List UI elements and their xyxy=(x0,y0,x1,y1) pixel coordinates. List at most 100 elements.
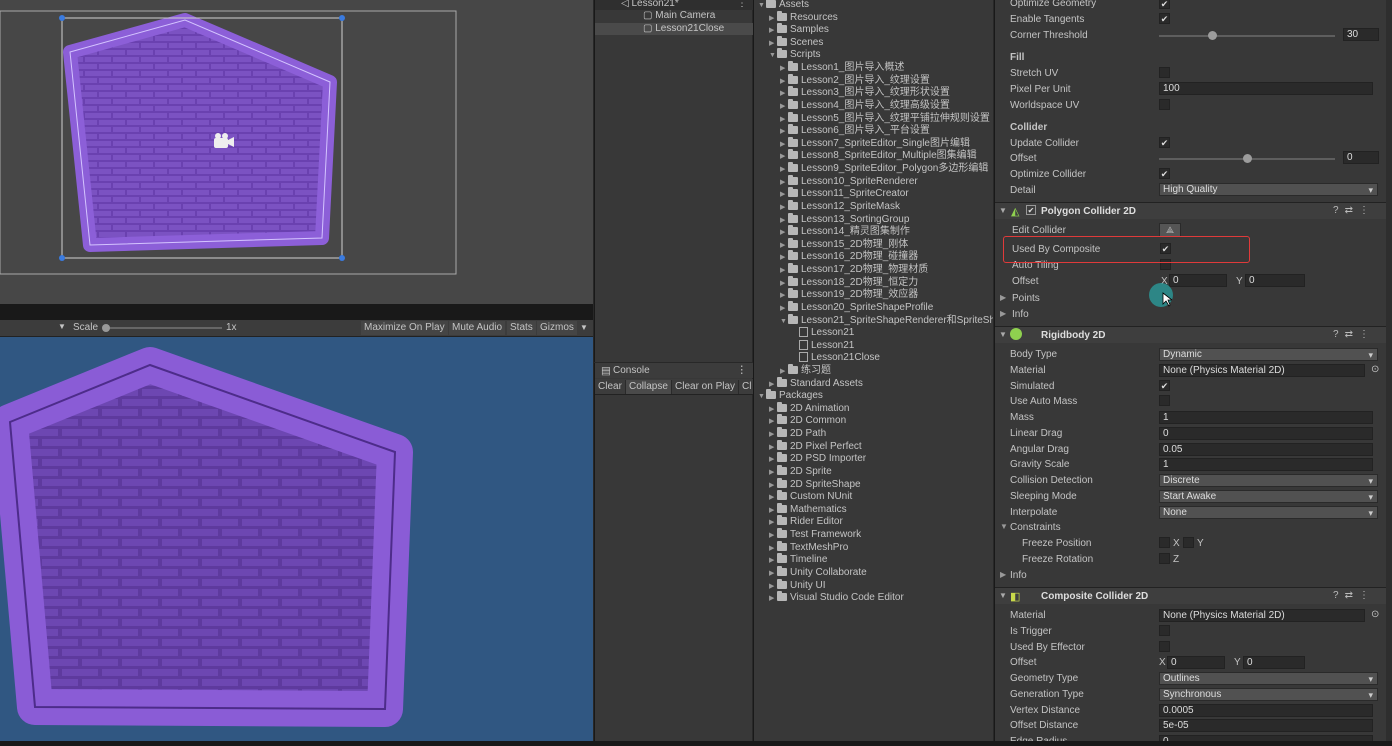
project-lesson-folder[interactable]: ▶ Lesson1_图片导入概述 xyxy=(780,61,904,75)
clear-on-play-button[interactable]: Clear on Play xyxy=(672,380,740,394)
foldout-arrow-icon[interactable]: ▼ xyxy=(999,206,1007,215)
expand-down-icon[interactable]: ▼ xyxy=(758,0,766,13)
sleeping-mode-dropdown[interactable]: Start Awake xyxy=(1159,489,1378,503)
constraint-checkbox[interactable] xyxy=(1183,537,1194,548)
constraint-checkbox[interactable] xyxy=(1159,552,1170,564)
hierarchy-item-lesson21close[interactable]: ▢ Lesson21Close xyxy=(595,23,753,35)
polygon-offset-x-field[interactable]: 0 xyxy=(1169,274,1227,287)
project-packages-folder[interactable]: ▼ Packages xyxy=(758,389,823,403)
interpolate-dropdown[interactable]: None xyxy=(1159,505,1378,519)
project-asset-file[interactable]: Lesson21 xyxy=(791,327,854,340)
object-picker-icon[interactable]: ⊙ xyxy=(1371,609,1379,620)
project-lesson-folder[interactable]: ▶ Lesson4_图片导入_纹理高级设置 xyxy=(780,98,950,113)
gizmos-button[interactable]: Gizmos xyxy=(537,321,577,335)
project-lesson-folder[interactable]: ▶ Lesson19_2D物理_效应器 xyxy=(780,288,918,302)
component-enabled-checkbox[interactable]: ✔ xyxy=(1026,205,1036,215)
console-tab[interactable]: ▤ Console ⋮ xyxy=(595,363,753,378)
points-foldout-icon[interactable]: ▶ xyxy=(1000,293,1006,302)
project-folder[interactable]: ▶ 练习题 xyxy=(780,363,831,378)
optimize-collider-checkbox[interactable]: ✔ xyxy=(1159,168,1170,179)
info-foldout-icon[interactable]: ▶ xyxy=(1000,309,1006,318)
foldout-open-icon[interactable]: ▼ xyxy=(1000,522,1008,531)
composite-offset-field[interactable]: 0 xyxy=(1243,656,1305,670)
info-label[interactable]: Info xyxy=(1012,309,1029,320)
offset-field[interactable]: 0 xyxy=(1343,151,1379,164)
worldspace-uv-checkbox[interactable] xyxy=(1159,99,1170,110)
composite-material-field[interactable]: None (Physics Material 2D) xyxy=(1159,609,1365,622)
project-assets-folder[interactable]: ▼ Assets xyxy=(758,0,809,12)
points-label[interactable]: Points xyxy=(1012,293,1040,304)
composite-vertex-distance-field[interactable]: 0.0005 xyxy=(1159,703,1373,717)
rigidbody-header[interactable]: ▼ Rigidbody 2D ?⇄⋮ xyxy=(995,326,1386,343)
pixel-per-unit-field[interactable]: 100 xyxy=(1159,82,1373,95)
project-lesson-folder[interactable]: ▶ Lesson10_SpriteRenderer xyxy=(780,174,918,189)
foldout-arrow-icon[interactable]: ▼ xyxy=(999,330,1007,339)
project-package-folder[interactable]: ▶ Unity Collaborate xyxy=(769,565,867,580)
composite-collider-header[interactable]: ▼ ◧ Composite Collider 2D ?⇄⋮ xyxy=(995,587,1386,604)
expand-down-icon[interactable]: ▼ xyxy=(769,50,777,63)
scene-view[interactable] xyxy=(0,0,593,304)
project-package-folder[interactable]: ▶ Custom NUnit xyxy=(769,490,852,504)
edit-collider-button[interactable]: ⟁ xyxy=(1159,223,1181,237)
project-lesson-folder[interactable]: ▶ Lesson20_SpriteShapeProfile xyxy=(780,300,933,315)
project-folder[interactable]: ▼ Scripts xyxy=(769,48,821,63)
angular-drag-field[interactable]: 0.05 xyxy=(1159,442,1373,456)
composite-offset-field[interactable]: 0 xyxy=(1167,656,1225,670)
composite-offset-distance-field[interactable]: 5e-05 xyxy=(1159,719,1373,733)
info-label[interactable]: Info xyxy=(1010,570,1027,581)
corner-threshold-field[interactable]: 30 xyxy=(1343,28,1379,41)
project-package-folder[interactable]: ▶ 2D PSD Importer xyxy=(769,452,866,466)
collapse-button[interactable]: Collapse xyxy=(626,380,672,394)
project-lesson-folder[interactable]: ▶ Lesson5_图片导入_纹理平铺拉伸规则设置 xyxy=(780,111,990,126)
composite-geometry-type-dropdown[interactable]: Outlines xyxy=(1159,672,1378,685)
stats-button[interactable]: Stats xyxy=(507,321,536,335)
project-lesson-folder[interactable]: ▶ Lesson3_图片导入_纹理形状设置 xyxy=(780,86,950,100)
game-view[interactable] xyxy=(0,337,593,741)
collision-detection-dropdown[interactable]: Discrete xyxy=(1159,474,1378,487)
polygon-offset-y-field[interactable]: 0 xyxy=(1245,274,1305,287)
project-package-folder[interactable]: ▶ 2D Path xyxy=(769,427,826,441)
foldout-arrow-icon[interactable]: ▼ xyxy=(999,591,1007,600)
object-picker-icon[interactable]: ⊙ xyxy=(1371,364,1379,375)
component-controls[interactable]: ?⇄⋮ xyxy=(1333,205,1375,216)
project-lesson-folder[interactable]: ▼ Lesson21_SpriteShapeRenderer和SpriteSha xyxy=(780,313,993,329)
project-lesson-folder[interactable]: ▶ Lesson8_SpriteEditor_Multiple图集编辑 xyxy=(780,149,977,163)
project-lesson-folder[interactable]: ▶ Lesson7_SpriteEditor_Single图片编辑 xyxy=(780,136,970,151)
polygon-collider-header[interactable]: ▼ ◭ ✔ Polygon Collider 2D ?⇄⋮ xyxy=(995,202,1386,219)
project-lesson-folder[interactable]: ▶ Lesson16_2D物理_碰撞器 xyxy=(780,250,918,264)
component-controls[interactable]: ?⇄⋮ xyxy=(1333,590,1375,601)
project-asset-file[interactable]: Lesson21Close xyxy=(791,352,880,365)
simulated-checkbox[interactable]: ✔ xyxy=(1159,379,1170,391)
chevron-down-icon[interactable]: ▼ xyxy=(58,322,66,331)
more-icon[interactable]: ⋮ xyxy=(737,0,747,10)
project-folder[interactable]: ▶ Samples xyxy=(769,23,829,37)
mute-audio-button[interactable]: Mute Audio xyxy=(449,321,506,335)
project-lesson-folder[interactable]: ▶ Lesson6_图片导入_平台设置 xyxy=(780,124,930,138)
composite-is-trigger-checkbox[interactable] xyxy=(1159,624,1170,636)
constraint-checkbox[interactable] xyxy=(1159,537,1170,548)
linear-drag-field[interactable]: 0 xyxy=(1159,426,1373,440)
project-package-folder[interactable]: ▶ 2D Pixel Perfect xyxy=(769,439,862,454)
project-package-folder[interactable]: ▶ 2D SpriteShape xyxy=(769,477,861,492)
mass-field[interactable]: 1 xyxy=(1159,411,1373,424)
foldout-closed-icon[interactable]: ▶ xyxy=(1000,570,1006,579)
hierarchy-item-main-camera[interactable]: ▢ Main Camera xyxy=(595,10,753,22)
corner-threshold-slider[interactable] xyxy=(1159,35,1335,37)
project-lesson-folder[interactable]: ▶ Lesson11_SpriteCreator xyxy=(780,187,909,201)
project-lesson-folder[interactable]: ▶ Lesson18_2D物理_恒定力 xyxy=(780,275,918,290)
stretch-uv-checkbox[interactable] xyxy=(1159,67,1170,78)
expand-down-icon[interactable]: ▼ xyxy=(780,316,788,329)
material-field[interactable]: None (Physics Material 2D) xyxy=(1159,363,1365,377)
project-lesson-folder[interactable]: ▶ Lesson13_SortingGroup xyxy=(780,212,909,227)
constraints-label[interactable]: Constraints xyxy=(1010,522,1061,533)
project-package-folder[interactable]: ▶ 2D Sprite xyxy=(769,464,832,479)
composite-generation-type-dropdown[interactable]: Synchronous xyxy=(1159,687,1378,701)
project-lesson-folder[interactable]: ▶ Lesson17_2D物理_物理材质 xyxy=(780,263,928,277)
hierarchy-scene-root[interactable]: ◁ Lesson21* ⋮ xyxy=(595,0,753,10)
project-lesson-folder[interactable]: ▶ Lesson2_图片导入_纹理设置 xyxy=(780,73,930,88)
composite-used-by-effector-checkbox[interactable] xyxy=(1159,640,1170,652)
inspector-scrollbar[interactable] xyxy=(1386,0,1392,741)
optimize-geometry-checkbox[interactable]: ✔ xyxy=(1159,0,1170,9)
gizmos-dropdown-icon[interactable]: ▼ xyxy=(580,323,588,332)
maximize-on-play-button[interactable]: Maximize On Play xyxy=(361,321,448,335)
